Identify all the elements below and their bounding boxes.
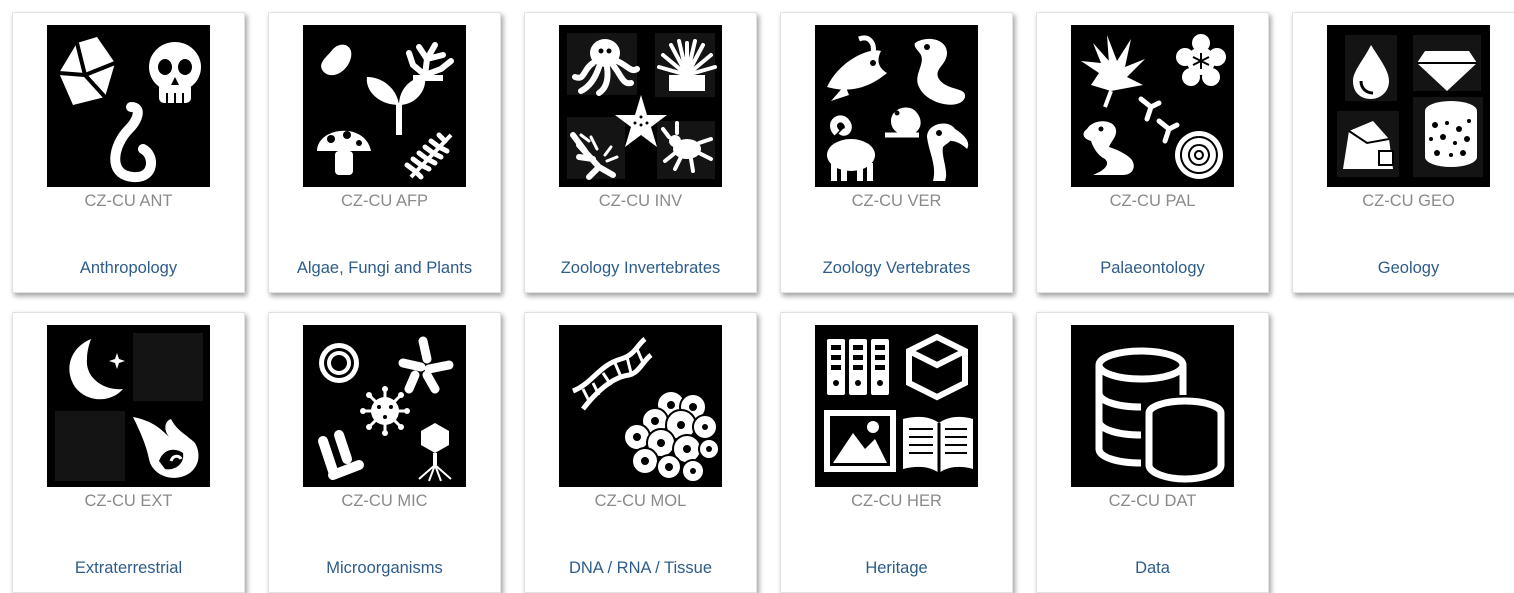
collection-link[interactable]: DNA / RNA / Tissue xyxy=(525,559,756,578)
collection-card-heritage[interactable]: CZ-CU HER Heritage xyxy=(780,312,1013,593)
collection-card-zoology-vertebrates[interactable]: CZ-CU VER Zoology Vertebrates xyxy=(780,12,1013,293)
collection-card-data[interactable]: CZ-CU DAT Data xyxy=(1036,312,1269,593)
collection-code: CZ-CU AFP xyxy=(340,192,429,210)
collection-link[interactable]: Zoology Invertebrates xyxy=(525,259,756,278)
zoology-invertebrates-icon xyxy=(559,25,722,187)
collection-code: CZ-CU INV xyxy=(598,192,683,210)
collection-card-zoology-invertebrates[interactable]: CZ-CU INV Zoology Invertebrates xyxy=(524,12,757,293)
collection-code: CZ-CU MIC xyxy=(341,492,428,510)
collection-code: CZ-CU VER xyxy=(851,192,942,210)
collection-link[interactable]: Palaeontology xyxy=(1037,259,1268,278)
collection-card-geology[interactable]: CZ-CU GEO Geology xyxy=(1292,12,1514,293)
heritage-icon xyxy=(815,325,978,487)
collection-link[interactable]: Algae, Fungi and Plants xyxy=(269,259,500,278)
algae-fungi-plants-icon xyxy=(303,25,466,187)
collection-card-algae-fungi-plants[interactable]: CZ-CU AFP Algae, Fungi and Plants xyxy=(268,12,501,293)
collection-code: CZ-CU DAT xyxy=(1108,492,1197,510)
anthropology-icon xyxy=(47,25,210,187)
collection-code: CZ-CU PAL xyxy=(1109,192,1196,210)
collection-card-dna-rna-tissue[interactable]: CZ-CU MOL DNA / RNA / Tissue xyxy=(524,312,757,593)
collection-code: CZ-CU HER xyxy=(851,492,942,510)
collection-link[interactable]: Extraterrestrial xyxy=(13,559,244,578)
collection-card-microorganisms[interactable]: CZ-CU MIC Microorganisms xyxy=(268,312,501,593)
collection-card-anthropology[interactable]: CZ-CU ANT Anthropology xyxy=(12,12,245,293)
collection-link[interactable]: Geology xyxy=(1293,259,1514,278)
palaeontology-icon xyxy=(1071,25,1234,187)
zoology-vertebrates-icon xyxy=(815,25,978,187)
collection-code: CZ-CU GEO xyxy=(1362,192,1455,210)
dna-rna-tissue-icon xyxy=(559,325,722,487)
collection-code: CZ-CU MOL xyxy=(594,492,687,510)
collection-card-extraterrestrial[interactable]: CZ-CU EXT Extraterrestrial xyxy=(12,312,245,593)
collection-link[interactable]: Anthropology xyxy=(13,259,244,278)
collection-link[interactable]: Heritage xyxy=(781,559,1012,578)
geology-icon xyxy=(1327,25,1490,187)
database-icon xyxy=(1071,325,1234,487)
collection-code: CZ-CU EXT xyxy=(84,492,173,510)
collection-link[interactable]: Data xyxy=(1037,559,1268,578)
collection-code: CZ-CU ANT xyxy=(84,192,173,210)
collection-card-palaeontology[interactable]: CZ-CU PAL Palaeontology xyxy=(1036,12,1269,293)
collection-link[interactable]: Microorganisms xyxy=(269,559,500,578)
microorganisms-icon xyxy=(303,325,466,487)
collections-grid: CZ-CU ANT Anthropology CZ-CU AFP Algae, … xyxy=(12,12,1514,593)
extraterrestrial-icon xyxy=(47,325,210,487)
collection-link[interactable]: Zoology Vertebrates xyxy=(781,259,1012,278)
